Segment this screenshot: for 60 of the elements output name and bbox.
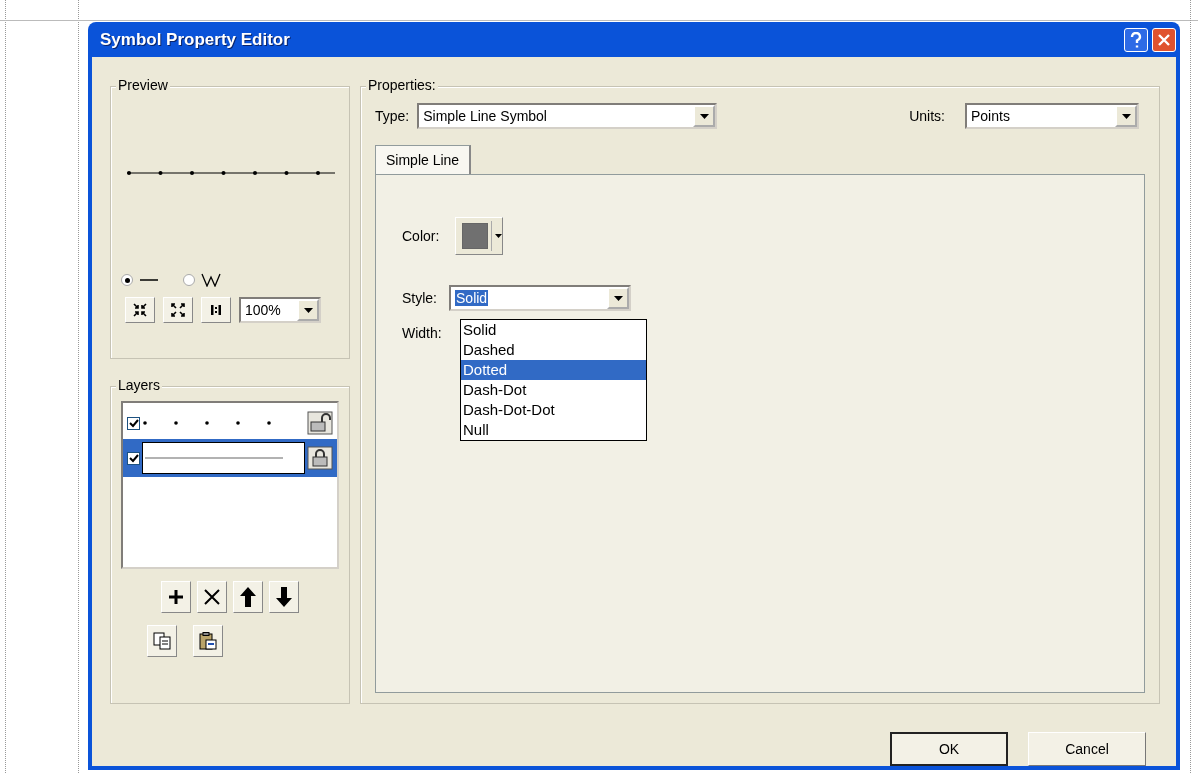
cancel-button[interactable]: Cancel xyxy=(1028,732,1146,766)
down-arrow-icon xyxy=(276,587,292,607)
dropdown-option[interactable]: Dash-Dot xyxy=(461,380,646,400)
dropdown-option[interactable]: Solid xyxy=(461,320,646,340)
one-to-one-icon xyxy=(209,304,223,316)
checkbox[interactable] xyxy=(127,416,140,430)
field-label: Color: xyxy=(402,228,440,244)
shrink-arrows-icon xyxy=(133,303,147,317)
unlocked-icon[interactable] xyxy=(307,411,333,435)
expand-arrows-icon xyxy=(171,303,185,317)
group-title: Preview xyxy=(118,77,168,93)
group-title: Layers xyxy=(118,377,161,393)
remove-layer-button[interactable] xyxy=(197,581,227,613)
close-button[interactable] xyxy=(1152,27,1176,52)
layer-row[interactable] xyxy=(123,439,337,477)
add-layer-button[interactable] xyxy=(161,581,191,613)
caret-icon xyxy=(495,234,503,238)
field-label: Type: xyxy=(375,108,410,124)
dropdown-arrow-icon xyxy=(699,113,709,119)
dropdown-arrow-icon xyxy=(1121,113,1131,119)
zoom-out-button[interactable] xyxy=(163,297,193,323)
style-dropdown[interactable]: Solid xyxy=(449,285,631,311)
plus-icon xyxy=(168,589,184,605)
dropdown-option[interactable]: Dashed xyxy=(461,340,646,360)
actual-size-button[interactable] xyxy=(201,297,231,323)
zoom-dropdown[interactable]: 100% xyxy=(239,297,321,323)
check-icon xyxy=(128,453,139,463)
zoom-in-button[interactable] xyxy=(125,297,155,323)
dropdown-option[interactable]: Dotted xyxy=(461,360,646,380)
x-mark-icon xyxy=(204,589,220,605)
help-button[interactable] xyxy=(1124,27,1148,52)
group-title: Properties: xyxy=(368,77,436,93)
lock-icon[interactable] xyxy=(307,446,333,470)
help-icon xyxy=(1130,31,1142,48)
close-icon xyxy=(1158,33,1170,46)
move-up-button[interactable] xyxy=(233,581,263,613)
paste-button[interactable] xyxy=(193,625,223,657)
dropdown-option[interactable]: Dash-Dot-Dot xyxy=(461,400,646,420)
tab[interactable]: Simple Line xyxy=(375,145,472,174)
radio-button[interactable] xyxy=(121,274,133,286)
type-dropdown[interactable]: Simple Line Symbol xyxy=(417,103,718,129)
dropdown-arrow-icon xyxy=(613,295,623,301)
checkbox[interactable] xyxy=(127,451,140,465)
field-label: Units: xyxy=(909,108,945,124)
copy-icon xyxy=(153,632,171,650)
radio-button[interactable] xyxy=(183,274,195,286)
zigzag-line-icon xyxy=(201,273,221,287)
dropdown-option[interactable]: Null xyxy=(461,420,646,440)
copy-button[interactable] xyxy=(147,625,177,657)
ok-button[interactable]: OK xyxy=(890,732,1008,766)
field-label: Style: xyxy=(402,290,437,306)
window-title: Symbol Property Editor xyxy=(100,29,291,50)
check-icon xyxy=(128,418,139,428)
units-dropdown[interactable]: Points xyxy=(965,103,1139,129)
clipboard-icon xyxy=(199,632,217,650)
dropdown-arrow-icon xyxy=(303,307,313,313)
move-down-button[interactable] xyxy=(269,581,299,613)
field-label: Width: xyxy=(402,325,442,341)
up-arrow-icon xyxy=(240,587,256,607)
color-picker-button[interactable] xyxy=(455,217,504,255)
